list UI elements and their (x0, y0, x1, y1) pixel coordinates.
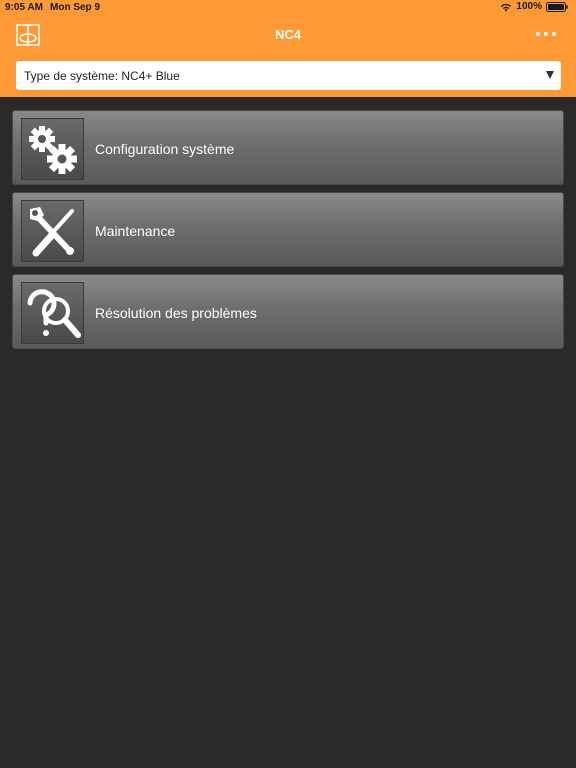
gears-icon (21, 118, 84, 180)
menu-item-configuration[interactable]: Configuration système (12, 110, 564, 185)
status-right: 100% (500, 1, 568, 12)
battery-percent: 100% (516, 1, 542, 12)
question-magnifier-icon (21, 282, 84, 344)
status-time: 9:05 AM (5, 2, 43, 13)
menu-item-troubleshooting[interactable]: Résolution des problèmes (12, 274, 564, 349)
status-bar: 9:05 AM Mon Sep 9 100% (0, 0, 576, 16)
menu-item-label: Configuration système (95, 141, 235, 157)
system-type-label: Type de système: NC4+ Blue (24, 69, 180, 83)
wifi-icon (501, 3, 512, 11)
system-type-select[interactable]: Type de système: NC4+ Blue (16, 61, 561, 90)
page-title: NC4 (274, 27, 301, 42)
menu-item-label: Maintenance (95, 223, 176, 239)
menu-item-maintenance[interactable]: Maintenance (12, 192, 564, 267)
dropdown-arrow-icon (546, 71, 554, 79)
more-options-icon[interactable] (536, 28, 558, 40)
app-header: 9:05 AM Mon Sep 9 100% NC4 Type de systè… (0, 0, 576, 97)
status-date: Mon Sep 9 (50, 2, 101, 13)
menu-item-label: Résolution des problèmes (95, 305, 257, 321)
battery-icon (546, 1, 568, 12)
wrench-screwdriver-icon (21, 200, 84, 262)
